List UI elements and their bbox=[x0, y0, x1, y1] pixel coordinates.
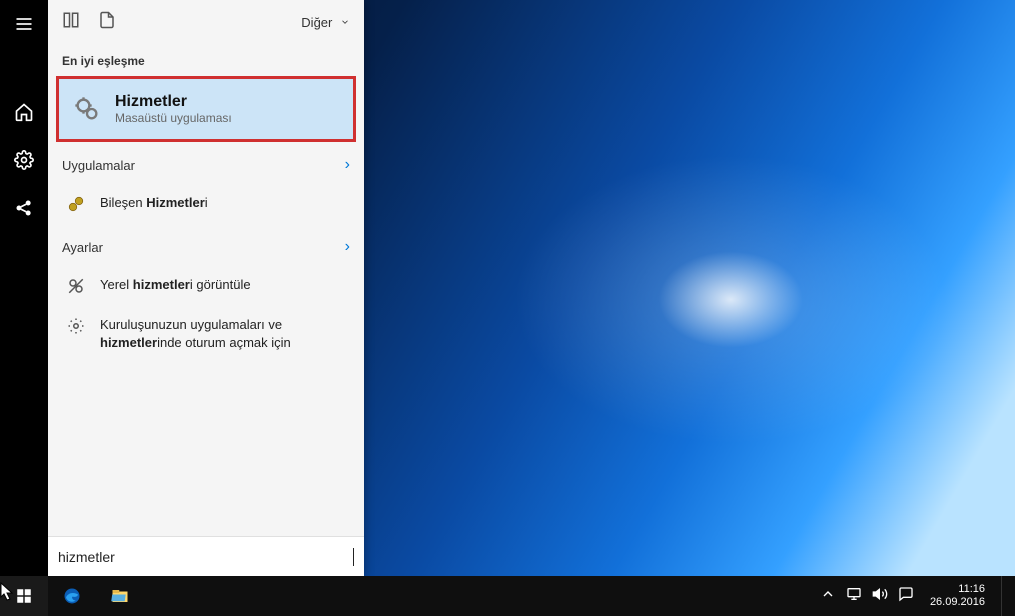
show-desktop-button[interactable] bbox=[1001, 576, 1007, 616]
clock-date: 26.09.2016 bbox=[930, 596, 985, 609]
start-sidebar bbox=[0, 0, 48, 576]
services-icon bbox=[73, 95, 101, 123]
more-label: Diğer bbox=[301, 15, 332, 30]
category-settings[interactable]: Ayarlar › bbox=[48, 224, 364, 266]
category-settings-label: Ayarlar bbox=[62, 240, 103, 255]
edge-icon[interactable] bbox=[48, 576, 96, 616]
share-icon[interactable] bbox=[0, 184, 48, 232]
category-apps-label: Uygulamalar bbox=[62, 158, 135, 173]
taskbar: 11:16 26.09.2016 bbox=[0, 576, 1015, 616]
clock[interactable]: 11:16 26.09.2016 bbox=[924, 583, 991, 608]
tray-chevron-icon[interactable] bbox=[820, 586, 836, 607]
network-icon[interactable] bbox=[846, 586, 862, 607]
file-explorer-icon[interactable] bbox=[96, 576, 144, 616]
documents-filter-icon[interactable] bbox=[98, 11, 116, 34]
gear-icon bbox=[66, 316, 86, 336]
result-label: Kuruluşunuzun uygulamaları ve hizmetleri… bbox=[100, 316, 350, 351]
panel-header: Diğer bbox=[48, 0, 364, 44]
best-match-label: En iyi eşleşme bbox=[48, 44, 364, 76]
system-tray: 11:16 26.09.2016 bbox=[820, 576, 1015, 616]
hamburger-icon[interactable] bbox=[0, 0, 48, 48]
result-label: Bileşen Hizmetleri bbox=[100, 194, 208, 212]
best-match-subtitle: Masaüstü uygulaması bbox=[115, 111, 232, 125]
gear-icon[interactable] bbox=[0, 136, 48, 184]
result-view-local-services[interactable]: Yerel hizmetleri görüntüle bbox=[48, 266, 364, 306]
clock-time: 11:16 bbox=[930, 583, 985, 596]
chevron-down-icon bbox=[340, 15, 350, 30]
apps-filter-icon[interactable] bbox=[62, 11, 80, 34]
result-component-services[interactable]: Bileşen Hizmetleri bbox=[48, 184, 364, 224]
cursor-icon bbox=[0, 582, 14, 602]
best-match-title: Hizmetler bbox=[115, 93, 232, 111]
result-label: Yerel hizmetleri görüntüle bbox=[100, 276, 251, 294]
category-apps[interactable]: Uygulamalar › bbox=[48, 142, 364, 184]
best-match-result[interactable]: Hizmetler Masaüstü uygulaması bbox=[56, 76, 356, 142]
search-panel: Diğer En iyi eşleşme Hizmetler Masaüstü … bbox=[48, 0, 364, 576]
volume-icon[interactable] bbox=[872, 586, 888, 607]
search-input[interactable] bbox=[58, 549, 354, 565]
action-center-icon[interactable] bbox=[898, 586, 914, 607]
chevron-right-icon: › bbox=[345, 238, 350, 256]
component-services-icon bbox=[66, 194, 86, 214]
chevron-right-icon: › bbox=[345, 156, 350, 174]
result-org-signin[interactable]: Kuruluşunuzun uygulamaları ve hizmetleri… bbox=[48, 306, 364, 361]
home-icon[interactable] bbox=[0, 88, 48, 136]
search-box[interactable] bbox=[48, 536, 364, 576]
more-dropdown[interactable]: Diğer bbox=[301, 15, 350, 30]
local-services-icon bbox=[66, 276, 86, 296]
